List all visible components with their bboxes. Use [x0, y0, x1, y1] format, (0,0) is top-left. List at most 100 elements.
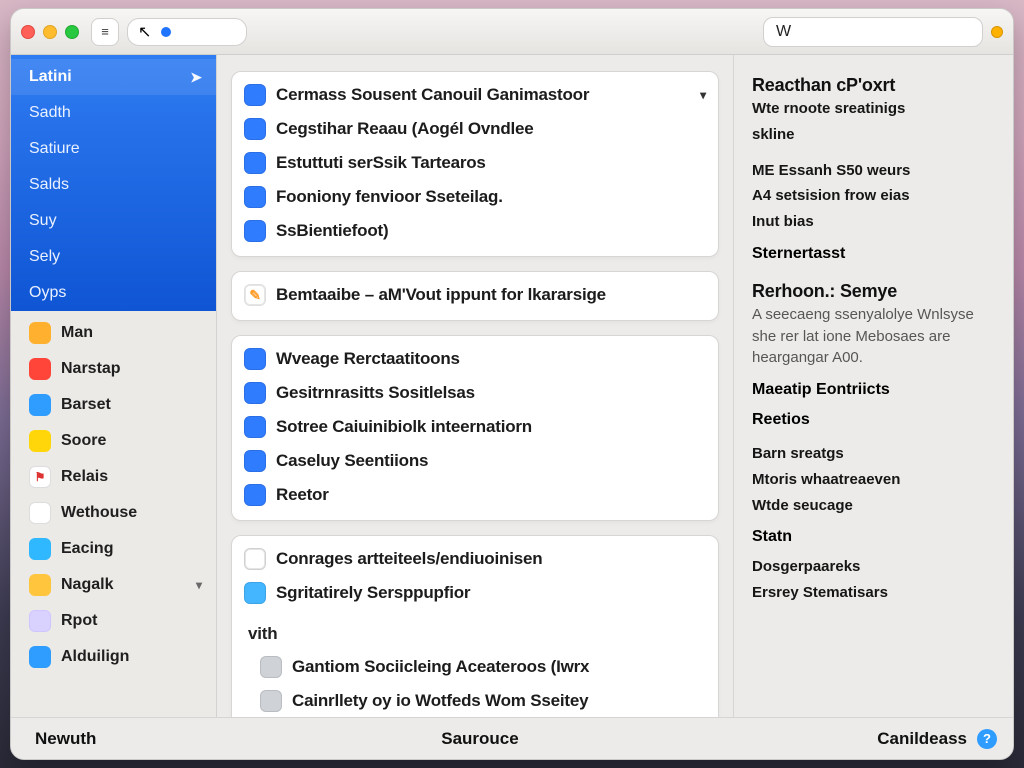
toolbar-pill[interactable]: ↖ — [127, 18, 247, 46]
item-icon — [244, 118, 266, 140]
sidebar-item-label: Narstap — [61, 360, 121, 378]
sidebar-top-section: Latini➤ Sadth Satiure Salds SuySely Oyps — [11, 55, 216, 311]
sidebar-item-barset[interactable]: Barset — [11, 387, 216, 423]
item-icon — [244, 220, 266, 242]
item-icon — [244, 348, 266, 370]
sidebar-item-man[interactable]: Man — [11, 315, 216, 351]
app-icon — [29, 538, 51, 560]
list-item[interactable]: Conrages artteiteels/endiuoinisen — [242, 544, 708, 578]
item-label: Bemtaaibe – aM'Vout ippunt for lkararsig… — [276, 285, 606, 305]
chevron-down-icon[interactable]: ▾ — [700, 88, 706, 102]
sidebar-item-suy[interactable]: Suy — [11, 203, 216, 239]
list-item[interactable]: Reetor — [242, 480, 708, 514]
list-item[interactable]: Cermass Sousent Canouil Ganimastoor▾ — [242, 80, 708, 114]
list-item[interactable]: SsBientiefoot) — [242, 216, 708, 250]
list-item[interactable]: Fooniony fenvioor Sseteilag. — [242, 182, 708, 216]
app-icon — [29, 322, 51, 344]
list-item[interactable]: Sgritatirely Sersppupfior — [242, 578, 708, 612]
info-item: Maeatip Eontriicts — [752, 381, 995, 399]
sidebar-item-satiure[interactable]: Satiure — [11, 131, 216, 167]
footer-center[interactable]: Saurouce — [247, 729, 713, 749]
sidebar-item-relais[interactable]: Relais — [11, 459, 216, 495]
chevron-down-icon: ▾ — [196, 578, 202, 592]
sidebar-item-latini[interactable]: Latini➤ — [11, 59, 216, 95]
item-label: Cegstihar Reaau (Aogél Ovndlee — [276, 119, 534, 139]
item-icon — [244, 84, 266, 106]
list-item[interactable]: Sotree Caiuinibiolk inteernatiorn — [242, 412, 708, 446]
list-item[interactable]: Gesitrnrasitts Sositlelsas — [242, 378, 708, 412]
content-card: Conrages artteiteels/endiuoinisen Sgritat… — [231, 535, 719, 717]
footer-left[interactable]: Newuth — [27, 729, 223, 749]
sidebar-item-sely[interactable]: Sely — [11, 239, 216, 275]
item-label: Conrages artteiteels/endiuoinisen — [276, 549, 542, 569]
sidebar-item-label: Salds — [29, 176, 69, 194]
sidebar-item-label: Relais — [61, 468, 108, 486]
list-item[interactable]: Caseluy Seentiions — [242, 446, 708, 480]
sidebar-item-label: Man — [61, 324, 93, 342]
item-icon — [244, 284, 266, 306]
sidebar-item-narstap[interactable]: Narstap — [11, 351, 216, 387]
sidebar-item-label: Alduilign — [61, 648, 129, 666]
list-item[interactable]: Cegstihar Reaau (Aogél Ovndlee — [242, 114, 708, 148]
search-input[interactable] — [763, 17, 983, 47]
sidebar-item-nagalk[interactable]: Nagalk ▾ — [11, 567, 216, 603]
item-icon — [244, 582, 266, 604]
item-label: Gantiom Sociicleing Aceateroos (Iwrx — [292, 657, 589, 677]
info-line: Dosgerpaareks — [752, 556, 995, 578]
info-line: Ersrey Stematisars — [752, 582, 995, 604]
window-body: Latini➤ Sadth Satiure Salds SuySely Oyps Man N… — [11, 55, 1013, 717]
sidebar-item-label: Oyps — [29, 284, 66, 302]
footer-right[interactable]: Canildeass ? — [737, 729, 997, 749]
item-icon — [244, 152, 266, 174]
info-line: skline — [752, 124, 995, 146]
sidebar-item-soore[interactable]: Soore — [11, 423, 216, 459]
item-icon — [260, 690, 282, 712]
list-item[interactable]: Bemtaaibe – aM'Vout ippunt for lkararsig… — [242, 280, 708, 314]
footer-bar: Newuth Saurouce Canildeass ? — [11, 717, 1013, 759]
item-label: Estuttuti serSsik Tartearos — [276, 153, 486, 173]
list-item[interactable]: Wveage Rerctaatitoons — [242, 344, 708, 378]
app-window: ≡ ↖ Latini➤ Sadth Satiure Salds SuySely Oyps … — [10, 8, 1014, 760]
sidebar-item-label: Satiure — [29, 140, 80, 158]
item-label: SsBientiefoot) — [276, 221, 388, 241]
help-icon[interactable]: ? — [977, 729, 997, 749]
app-icon — [29, 466, 51, 488]
sidebar-item-label: Sadth — [29, 104, 71, 122]
content-card: Bemtaaibe – aM'Vout ippunt for lkararsig… — [231, 271, 719, 321]
list-item[interactable]: Estuttuti serSsik Tartearos — [242, 148, 708, 182]
status-indicator-dot — [161, 27, 171, 37]
list-item[interactable]: Cainrllety oy io Wotfeds Wom Sseitey — [242, 686, 708, 717]
minimize-window-button[interactable] — [43, 25, 57, 39]
sidebar-item-label: Soore — [61, 432, 106, 450]
sidebar-item-eacing[interactable]: Eacing — [11, 531, 216, 567]
content-column: Cermass Sousent Canouil Ganimastoor▾ Cegs… — [217, 55, 733, 717]
close-window-button[interactable] — [21, 25, 35, 39]
sidebar-item-wethouse[interactable]: Wethouse — [11, 495, 216, 531]
sidebar-item-oyps[interactable]: Oyps — [11, 275, 216, 311]
footer-right-label: Canildeass — [877, 729, 967, 749]
toolbar-button-list[interactable]: ≡ — [91, 18, 119, 46]
window-traffic-lights — [21, 25, 79, 39]
list-item[interactable]: Gantiom Sociicleing Aceateroos (Iwrx — [242, 652, 708, 686]
main-area: Cermass Sousent Canouil Ganimastoor▾ Cegs… — [217, 55, 1013, 717]
item-label: Sotree Caiuinibiolk inteernatiorn — [276, 417, 532, 437]
sidebar-item-salds[interactable]: Salds — [11, 167, 216, 203]
item-icon — [260, 656, 282, 678]
info-line: Mtoris whaatreaeven — [752, 469, 995, 491]
sidebar-item-alduilign[interactable]: Alduilign — [11, 639, 216, 675]
info-line: A4 setsision frow eias — [752, 185, 995, 207]
app-icon — [29, 610, 51, 632]
content-card: Wveage RerctaatitoonsGesitrnrasitts Sosi… — [231, 335, 719, 521]
sidebar-item-sadth[interactable]: Sadth — [11, 95, 216, 131]
zoom-window-button[interactable] — [65, 25, 79, 39]
info-line: ME Essanh S50 weurs — [752, 160, 995, 182]
item-label: Reetor — [276, 485, 329, 505]
info-description: A seecaeng ssenyalolye Wnlsyse she rer l… — [752, 304, 995, 369]
sidebar-item-label: Latini — [29, 68, 72, 86]
sidebar-item-label: Nagalk — [61, 576, 113, 594]
sidebar-item-rpot[interactable]: Rpot — [11, 603, 216, 639]
sidebar-item-label: Wethouse — [61, 504, 137, 522]
info-line: Wte rnoote sreatinigs — [752, 98, 995, 120]
toolbar-right — [763, 17, 1003, 47]
item-label: Fooniony fenvioor Sseteilag. — [276, 187, 503, 207]
